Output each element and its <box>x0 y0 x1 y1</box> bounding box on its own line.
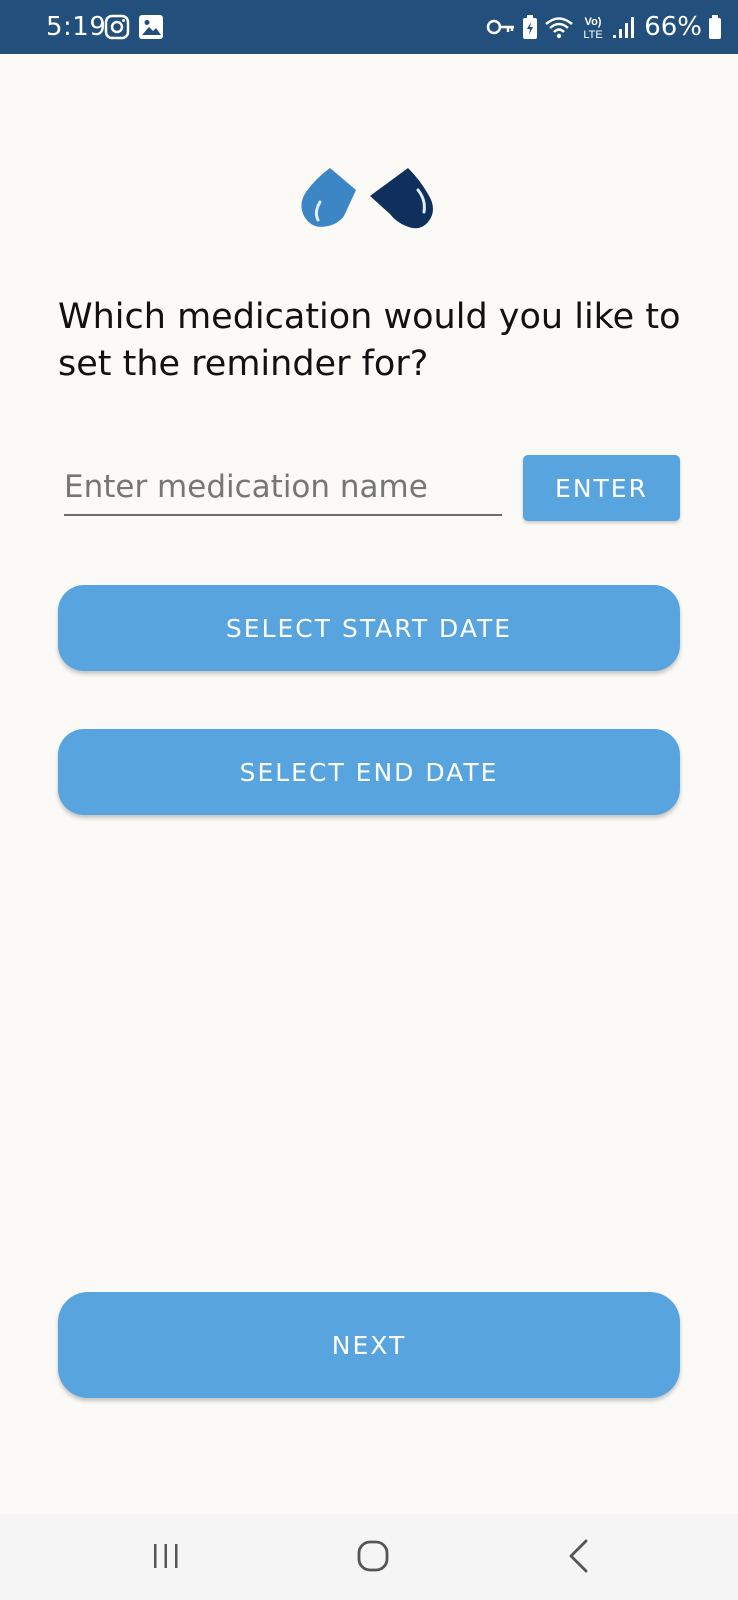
status-time: 5:19 <box>46 12 107 42</box>
navigation-bar <box>0 1514 738 1600</box>
svg-text:Vo): Vo) <box>585 16 602 28</box>
signal-icon <box>612 15 635 39</box>
recents-icon[interactable] <box>150 1540 182 1572</box>
drop-icon-light <box>301 168 356 227</box>
volte-icon: Vo) LTE <box>580 14 606 40</box>
home-icon[interactable] <box>356 1538 390 1574</box>
status-left-icons <box>104 14 164 40</box>
battery-saver-icon <box>522 14 538 40</box>
back-icon[interactable] <box>564 1538 592 1574</box>
svg-text:LTE: LTE <box>584 29 603 40</box>
status-bar: 5:19 Vo) LTE 66% <box>0 0 738 54</box>
select-start-date-button[interactable]: SELECT START DATE <box>58 585 680 671</box>
battery-percentage: 66% <box>644 12 702 42</box>
question-heading: Which medication would you like to set t… <box>58 297 681 384</box>
next-button[interactable]: NEXT <box>58 1292 680 1398</box>
status-right-icons: Vo) LTE 66% <box>486 12 722 42</box>
battery-icon <box>708 14 722 40</box>
enter-button[interactable]: ENTER <box>523 455 680 521</box>
select-end-date-button[interactable]: SELECT END DATE <box>58 729 680 815</box>
instagram-icon <box>104 14 130 40</box>
medication-name-input[interactable] <box>64 460 502 516</box>
wifi-icon <box>544 15 574 39</box>
gallery-icon <box>138 14 164 40</box>
app-logo <box>300 168 438 232</box>
drop-icon-dark <box>370 168 433 229</box>
vpn-key-icon <box>486 17 516 37</box>
